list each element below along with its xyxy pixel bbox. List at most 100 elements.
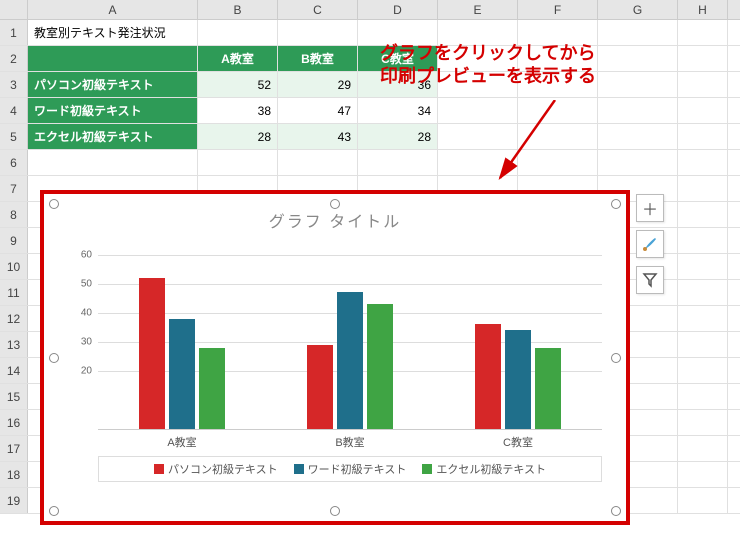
row-header-18[interactable]: 18 [0, 462, 28, 487]
col-header-C[interactable]: C [278, 0, 358, 19]
cell-G4[interactable] [598, 98, 678, 123]
col-header-B[interactable]: B [198, 0, 278, 19]
row-header-7[interactable]: 7 [0, 176, 28, 201]
cell-E3[interactable] [438, 72, 518, 97]
row-header-2[interactable]: 2 [0, 46, 28, 71]
cell-E2[interactable] [438, 46, 518, 71]
cell-A1[interactable]: 教室別テキスト発注状況 [28, 20, 198, 45]
cell-G2[interactable] [598, 46, 678, 71]
cell-E5[interactable] [438, 124, 518, 149]
col-header-E[interactable]: E [438, 0, 518, 19]
cell-C3[interactable]: 29 [278, 72, 358, 97]
bar[interactable] [505, 330, 531, 429]
resize-handle-icon[interactable] [49, 506, 59, 516]
cell-F4[interactable] [518, 98, 598, 123]
legend-item[interactable]: エクセル初級テキスト [422, 461, 546, 477]
row-header-12[interactable]: 12 [0, 306, 28, 331]
col-header-A[interactable]: A [28, 0, 198, 19]
chart-object[interactable]: グラフ タイトル 2030405060 A教室B教室C教室 パソコン初級テキスト… [40, 190, 630, 525]
table-row: 2 A教室 B教室 C教室 [0, 46, 740, 72]
cell-H5[interactable] [678, 124, 728, 149]
cell-D4[interactable]: 34 [358, 98, 438, 123]
resize-handle-icon[interactable] [611, 199, 621, 209]
bar[interactable] [307, 345, 333, 429]
cell-H4[interactable] [678, 98, 728, 123]
col-header-H[interactable]: H [678, 0, 728, 19]
row-header-1[interactable]: 1 [0, 20, 28, 45]
bar[interactable] [535, 348, 561, 429]
cell-H1[interactable] [678, 20, 728, 45]
cell-D2[interactable]: C教室 [358, 46, 438, 71]
row-header-11[interactable]: 11 [0, 280, 28, 305]
cell-H3[interactable] [678, 72, 728, 97]
resize-handle-icon[interactable] [330, 506, 340, 516]
bar[interactable] [169, 319, 195, 429]
cell-B3[interactable]: 52 [198, 72, 278, 97]
legend-item[interactable]: パソコン初級テキスト [154, 461, 278, 477]
bar[interactable] [367, 304, 393, 429]
cell-D1[interactable] [358, 20, 438, 45]
cell-A5[interactable]: エクセル初級テキスト [28, 124, 198, 149]
cell-C2[interactable]: B教室 [278, 46, 358, 71]
row-header-17[interactable]: 17 [0, 436, 28, 461]
select-all-corner[interactable] [0, 0, 28, 19]
resize-handle-icon[interactable] [49, 353, 59, 363]
legend-label: エクセル初級テキスト [436, 461, 546, 477]
cell-E1[interactable] [438, 20, 518, 45]
cell-F3[interactable] [518, 72, 598, 97]
x-tick-label: A教室 [98, 434, 266, 450]
cell-B2[interactable]: A教室 [198, 46, 278, 71]
cell-E4[interactable] [438, 98, 518, 123]
col-header-F[interactable]: F [518, 0, 598, 19]
chart-add-element-button[interactable]: ＋ [636, 194, 664, 222]
bar[interactable] [199, 348, 225, 429]
legend-swatch-icon [422, 464, 432, 474]
cell-F2[interactable] [518, 46, 598, 71]
bar[interactable] [337, 292, 363, 429]
bar[interactable] [139, 278, 165, 429]
col-header-D[interactable]: D [358, 0, 438, 19]
row-header-4[interactable]: 4 [0, 98, 28, 123]
bar[interactable] [475, 324, 501, 429]
row-header-3[interactable]: 3 [0, 72, 28, 97]
row-header-14[interactable]: 14 [0, 358, 28, 383]
col-header-G[interactable]: G [598, 0, 678, 19]
row-header-15[interactable]: 15 [0, 384, 28, 409]
chart-legend[interactable]: パソコン初級テキスト ワード初級テキスト エクセル初級テキスト [98, 456, 602, 482]
cell-G5[interactable] [598, 124, 678, 149]
row-header-13[interactable]: 13 [0, 332, 28, 357]
legend-item[interactable]: ワード初級テキスト [294, 461, 407, 477]
row-header-10[interactable]: 10 [0, 254, 28, 279]
row-header-8[interactable]: 8 [0, 202, 28, 227]
resize-handle-icon[interactable] [49, 199, 59, 209]
resize-handle-icon[interactable] [611, 353, 621, 363]
chart-styles-button[interactable] [636, 230, 664, 258]
row-header-16[interactable]: 16 [0, 410, 28, 435]
chart-filter-button[interactable] [636, 266, 664, 294]
row-header-19[interactable]: 19 [0, 488, 28, 513]
resize-handle-icon[interactable] [330, 199, 340, 209]
cell-A4[interactable]: ワード初級テキスト [28, 98, 198, 123]
cell-D5[interactable]: 28 [358, 124, 438, 149]
row-header-9[interactable]: 9 [0, 228, 28, 253]
cell-B5[interactable]: 28 [198, 124, 278, 149]
y-tick-label: 30 [68, 336, 92, 347]
cell-A3[interactable]: パソコン初級テキスト [28, 72, 198, 97]
cell-C5[interactable]: 43 [278, 124, 358, 149]
row-header-6[interactable]: 6 [0, 150, 28, 175]
cell-F5[interactable] [518, 124, 598, 149]
resize-handle-icon[interactable] [611, 506, 621, 516]
cell-C1[interactable] [278, 20, 358, 45]
cell-H2[interactable] [678, 46, 728, 71]
chart-plot-area[interactable]: 2030405060 [98, 240, 602, 430]
cell-D3[interactable]: 36 [358, 72, 438, 97]
cell-B1[interactable] [198, 20, 278, 45]
cell-C4[interactable]: 47 [278, 98, 358, 123]
cell-G3[interactable] [598, 72, 678, 97]
legend-label: ワード初級テキスト [308, 461, 407, 477]
cell-B4[interactable]: 38 [198, 98, 278, 123]
cell-A2[interactable] [28, 46, 198, 71]
row-header-5[interactable]: 5 [0, 124, 28, 149]
cell-G1[interactable] [598, 20, 678, 45]
cell-F1[interactable] [518, 20, 598, 45]
